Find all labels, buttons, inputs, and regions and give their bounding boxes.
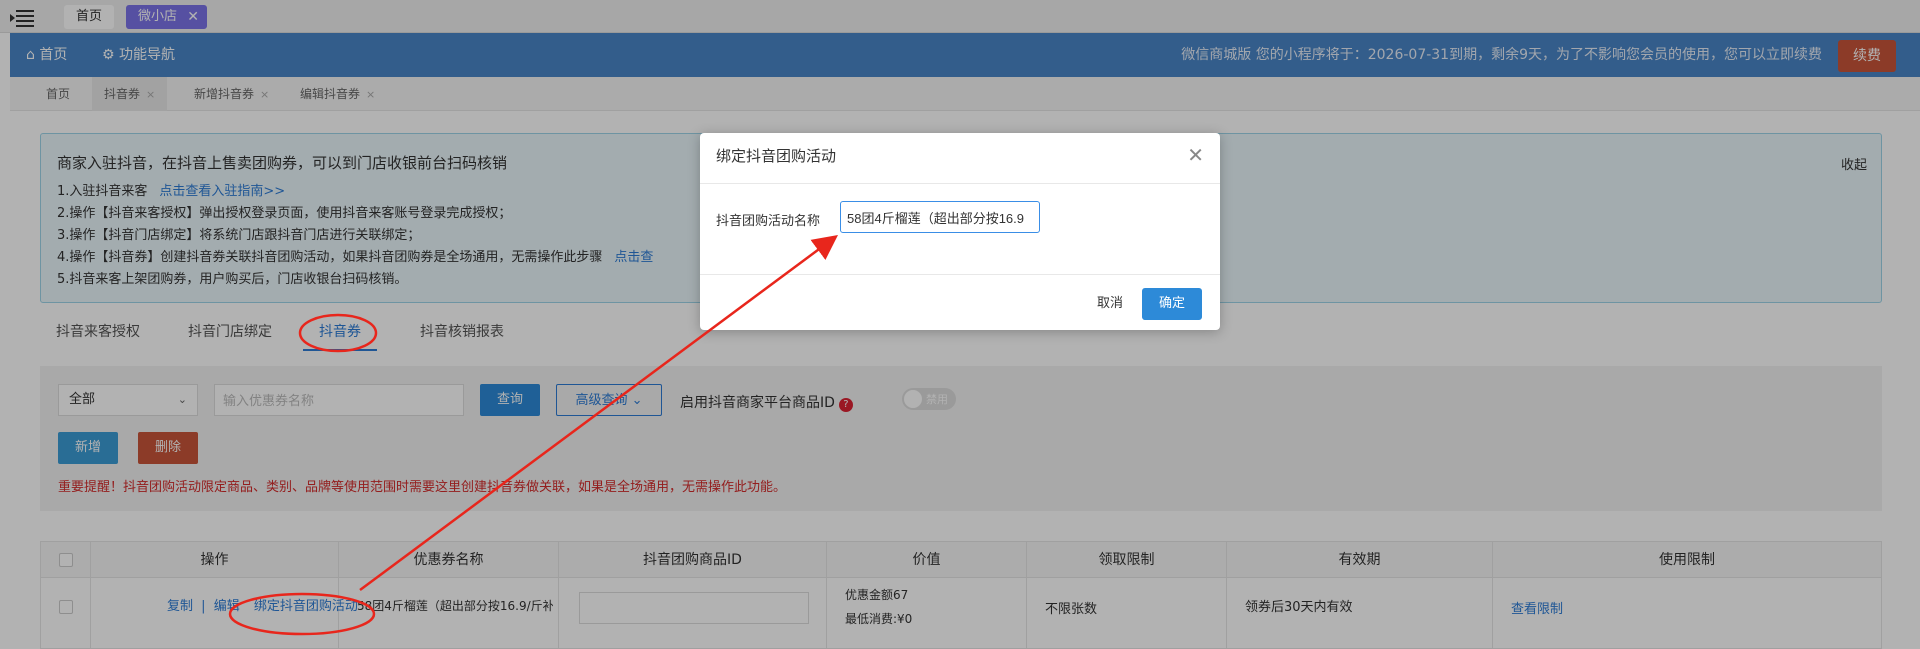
cancel-button[interactable]: 取消 (1086, 288, 1134, 320)
close-icon[interactable]: ✕ (1187, 143, 1204, 167)
dialog-title: 绑定抖音团购活动 (716, 147, 837, 165)
divider (700, 183, 1220, 184)
activity-name-input[interactable] (840, 201, 1040, 233)
confirm-button[interactable]: 确定 (1142, 288, 1202, 320)
bind-activity-dialog: 绑定抖音团购活动 ✕ 抖音团购活动名称 取消 确定 (700, 133, 1220, 330)
divider (700, 274, 1220, 275)
activity-name-label: 抖音团购活动名称 (716, 214, 821, 229)
